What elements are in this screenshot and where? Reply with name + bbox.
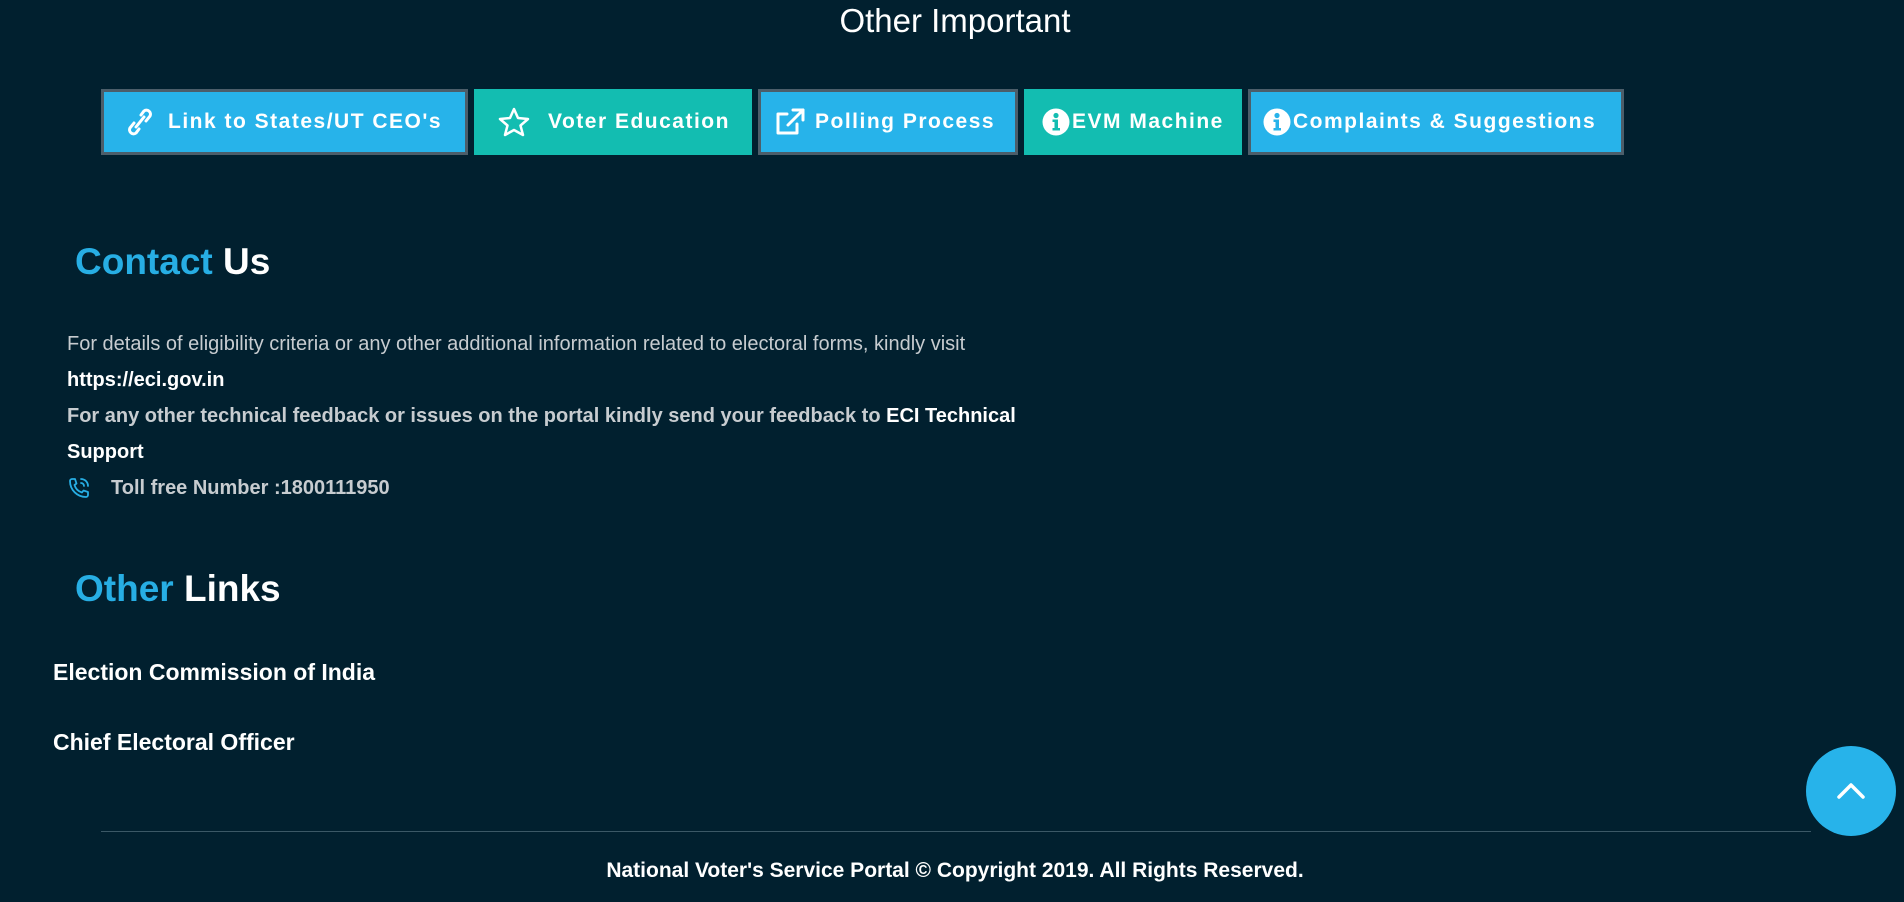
phone-icon: [67, 476, 91, 500]
scroll-to-top-button[interactable]: [1806, 746, 1896, 836]
toll-free-row: Toll free Number :1800111950: [67, 476, 390, 500]
voter-education-label: Voter Education: [548, 110, 730, 133]
chevron-up-icon: [1835, 781, 1867, 801]
link-chief-electoral-officer[interactable]: Chief Electoral Officer: [53, 729, 295, 756]
contact-heading-accent: Contact: [75, 241, 213, 282]
complaints-suggestions-label: Complaints & Suggestions: [1293, 110, 1597, 133]
link-election-commission[interactable]: Election Commission of India: [53, 659, 375, 686]
other-links-heading-accent: Other: [75, 568, 174, 609]
link-icon: [128, 107, 152, 137]
toll-free-number: Toll free Number :1800111950: [111, 476, 390, 499]
feedback-text-line: For any other technical feedback or issu…: [67, 405, 1016, 428]
contact-heading-rest: Us: [223, 241, 271, 282]
link-to-states-button[interactable]: Link to States/UT CEO's: [101, 89, 468, 155]
polling-process-button[interactable]: Polling Process: [758, 89, 1018, 155]
footer-divider: [101, 831, 1811, 832]
voter-education-button[interactable]: Voter Education: [474, 89, 752, 155]
contact-us-heading: Contact Us: [75, 241, 270, 283]
complaints-suggestions-button[interactable]: Complaints & Suggestions: [1248, 89, 1624, 155]
feedback-text: For any other technical feedback or issu…: [67, 405, 881, 427]
info-circle-icon: [1041, 107, 1071, 137]
copyright-text: National Voter's Service Portal © Copyri…: [606, 859, 1304, 882]
eci-technical-link-part1[interactable]: ECI Technical: [886, 405, 1016, 427]
contact-info-text: For details of eligibility criteria or a…: [67, 333, 966, 355]
star-icon: [498, 107, 530, 137]
other-links-heading: Other Links: [75, 568, 281, 610]
evm-machine-button[interactable]: EVM Machine: [1024, 89, 1242, 155]
polling-process-label: Polling Process: [815, 110, 996, 133]
evm-machine-label: EVM Machine: [1072, 110, 1224, 133]
info-circle-icon: [1262, 107, 1292, 137]
eci-website-link[interactable]: https://eci.gov.in: [67, 369, 224, 392]
external-link-icon: [773, 107, 807, 137]
eci-technical-link-part2[interactable]: Support: [67, 441, 144, 464]
other-links-heading-rest: Links: [183, 568, 281, 609]
link-to-states-label: Link to States/UT CEO's: [168, 110, 443, 133]
other-important-title: Other Important: [839, 2, 1071, 39]
